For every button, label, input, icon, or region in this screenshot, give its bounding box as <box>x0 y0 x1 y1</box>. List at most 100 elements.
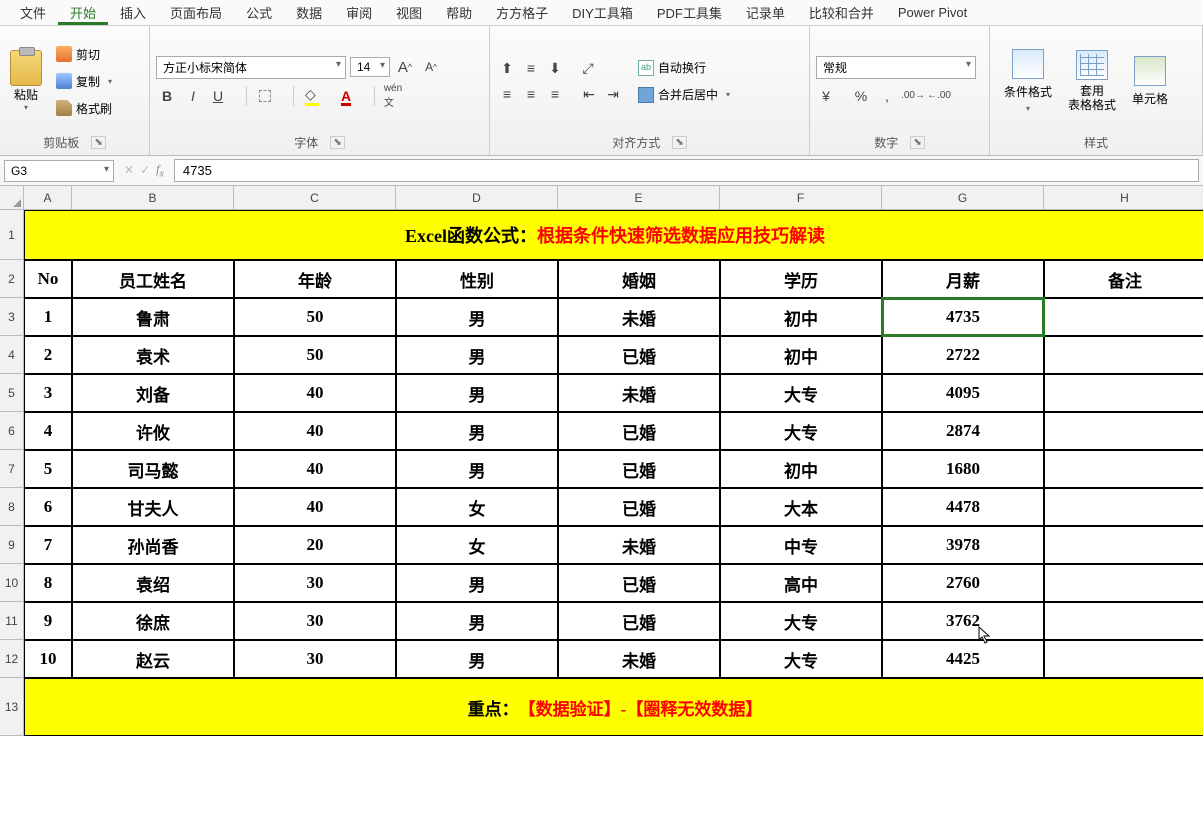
row-header-10[interactable]: 10 <box>0 564 24 602</box>
menu-2[interactable]: 插入 <box>108 0 158 25</box>
cell-C5[interactable]: 40 <box>234 374 396 412</box>
row-header-4[interactable]: 4 <box>0 336 24 374</box>
row-header-5[interactable]: 5 <box>0 374 24 412</box>
align-middle-button[interactable]: ≡ <box>520 57 542 79</box>
row-header-12[interactable]: 12 <box>0 640 24 678</box>
header-cell-H[interactable]: 备注 <box>1044 260 1203 298</box>
cell-F3[interactable]: 初中 <box>720 298 882 336</box>
row-header-11[interactable]: 11 <box>0 602 24 640</box>
cell-D5[interactable]: 男 <box>396 374 558 412</box>
cancel-formula-button[interactable]: ✕ <box>124 163 134 177</box>
menu-8[interactable]: 帮助 <box>434 0 484 25</box>
header-cell-G[interactable]: 月薪 <box>882 260 1044 298</box>
header-cell-A[interactable]: No <box>24 260 72 298</box>
cell-C10[interactable]: 30 <box>234 564 396 602</box>
decrease-decimal-button[interactable]: ←.00 <box>928 85 950 107</box>
align-left-button[interactable]: ≡ <box>496 83 518 105</box>
cell-C11[interactable]: 30 <box>234 602 396 640</box>
select-all-corner[interactable] <box>0 186 24 210</box>
font-dialog-launcher[interactable]: ⬊ <box>330 136 344 149</box>
confirm-formula-button[interactable]: ✓ <box>140 163 150 177</box>
cell-F8[interactable]: 大本 <box>720 488 882 526</box>
cell-C12[interactable]: 30 <box>234 640 396 678</box>
cell-D11[interactable]: 男 <box>396 602 558 640</box>
increase-font-button[interactable]: A^ <box>394 56 416 78</box>
comma-style-button[interactable]: , <box>876 85 898 107</box>
cell-F4[interactable]: 初中 <box>720 336 882 374</box>
menu-13[interactable]: 比较和合并 <box>797 0 886 25</box>
cell-F9[interactable]: 中专 <box>720 526 882 564</box>
cell-C7[interactable]: 40 <box>234 450 396 488</box>
cell-A7[interactable]: 5 <box>24 450 72 488</box>
align-dialog-launcher[interactable]: ⬊ <box>672 136 686 149</box>
increase-decimal-button[interactable]: .00→ <box>902 85 924 107</box>
cell-C3[interactable]: 50 <box>234 298 396 336</box>
orientation-button[interactable]: ⤢ <box>578 57 608 79</box>
row-header-1[interactable]: 1 <box>0 210 24 260</box>
underline-button[interactable]: U <box>208 85 238 107</box>
number-format-combo[interactable]: 常规 <box>816 56 976 79</box>
cell-H3[interactable] <box>1044 298 1203 336</box>
cell-G9[interactable]: 3978 <box>882 526 1044 564</box>
cell-G3[interactable]: 4735 <box>882 298 1044 336</box>
title-cell[interactable]: Excel函数公式：根据条件快速筛选数据应用技巧解读 <box>24 210 1203 260</box>
align-bottom-button[interactable]: ⬇ <box>544 57 566 79</box>
decrease-font-button[interactable]: A^ <box>420 56 442 78</box>
col-header-H[interactable]: H <box>1044 186 1203 210</box>
col-header-E[interactable]: E <box>558 186 720 210</box>
col-header-A[interactable]: A <box>24 186 72 210</box>
cell-D6[interactable]: 男 <box>396 412 558 450</box>
cell-G12[interactable]: 4425 <box>882 640 1044 678</box>
cell-G5[interactable]: 4095 <box>882 374 1044 412</box>
row-header-2[interactable]: 2 <box>0 260 24 298</box>
cell-A6[interactable]: 4 <box>24 412 72 450</box>
cell-H11[interactable] <box>1044 602 1203 640</box>
align-top-button[interactable]: ⬆ <box>496 57 518 79</box>
cell-G6[interactable]: 2874 <box>882 412 1044 450</box>
cell-F7[interactable]: 初中 <box>720 450 882 488</box>
cell-H12[interactable] <box>1044 640 1203 678</box>
col-header-B[interactable]: B <box>72 186 234 210</box>
cell-B5[interactable]: 刘备 <box>72 374 234 412</box>
cell-B10[interactable]: 袁绍 <box>72 564 234 602</box>
cell-A10[interactable]: 8 <box>24 564 72 602</box>
copy-button[interactable]: 复制▾ <box>52 71 116 92</box>
cell-A3[interactable]: 1 <box>24 298 72 336</box>
cell-D10[interactable]: 男 <box>396 564 558 602</box>
menu-0[interactable]: 文件 <box>8 0 58 25</box>
cell-G4[interactable]: 2722 <box>882 336 1044 374</box>
cell-G10[interactable]: 2760 <box>882 564 1044 602</box>
menu-9[interactable]: 方方格子 <box>484 0 560 25</box>
font-size-combo[interactable]: 14 <box>350 57 390 77</box>
cell-A12[interactable]: 10 <box>24 640 72 678</box>
cell-H6[interactable] <box>1044 412 1203 450</box>
cell-B3[interactable]: 鲁肃 <box>72 298 234 336</box>
name-box[interactable]: G3 <box>4 160 114 182</box>
font-color-button[interactable]: A <box>336 85 366 107</box>
format-painter-button[interactable]: 格式刷 <box>52 98 116 119</box>
cut-button[interactable]: 剪切 <box>52 44 116 65</box>
clipboard-dialog-launcher[interactable]: ⬊ <box>91 136 105 149</box>
number-dialog-launcher[interactable]: ⬊ <box>910 136 924 149</box>
phonetic-button[interactable]: wén文 <box>383 85 413 107</box>
paste-button[interactable]: 粘贴 ▾ <box>6 46 46 116</box>
cell-H8[interactable] <box>1044 488 1203 526</box>
header-cell-D[interactable]: 性别 <box>396 260 558 298</box>
wrap-text-button[interactable]: ab自动换行 <box>634 57 734 78</box>
menu-3[interactable]: 页面布局 <box>158 0 234 25</box>
row-header-9[interactable]: 9 <box>0 526 24 564</box>
footer-cell[interactable]: 重点：【数据验证】-【圈释无效数据】 <box>24 678 1203 736</box>
cell-styles-button[interactable]: 单元格 <box>1124 52 1176 111</box>
cell-B7[interactable]: 司马懿 <box>72 450 234 488</box>
cell-C4[interactable]: 50 <box>234 336 396 374</box>
menu-7[interactable]: 视图 <box>384 0 434 25</box>
increase-indent-button[interactable]: ⇥ <box>602 83 624 105</box>
row-header-6[interactable]: 6 <box>0 412 24 450</box>
cell-D8[interactable]: 女 <box>396 488 558 526</box>
formula-input[interactable]: 4735 <box>174 159 1199 182</box>
conditional-format-button[interactable]: 条件格式 ▾ <box>996 45 1060 117</box>
col-header-G[interactable]: G <box>882 186 1044 210</box>
cell-E12[interactable]: 未婚 <box>558 640 720 678</box>
cell-F5[interactable]: 大专 <box>720 374 882 412</box>
cell-E9[interactable]: 未婚 <box>558 526 720 564</box>
